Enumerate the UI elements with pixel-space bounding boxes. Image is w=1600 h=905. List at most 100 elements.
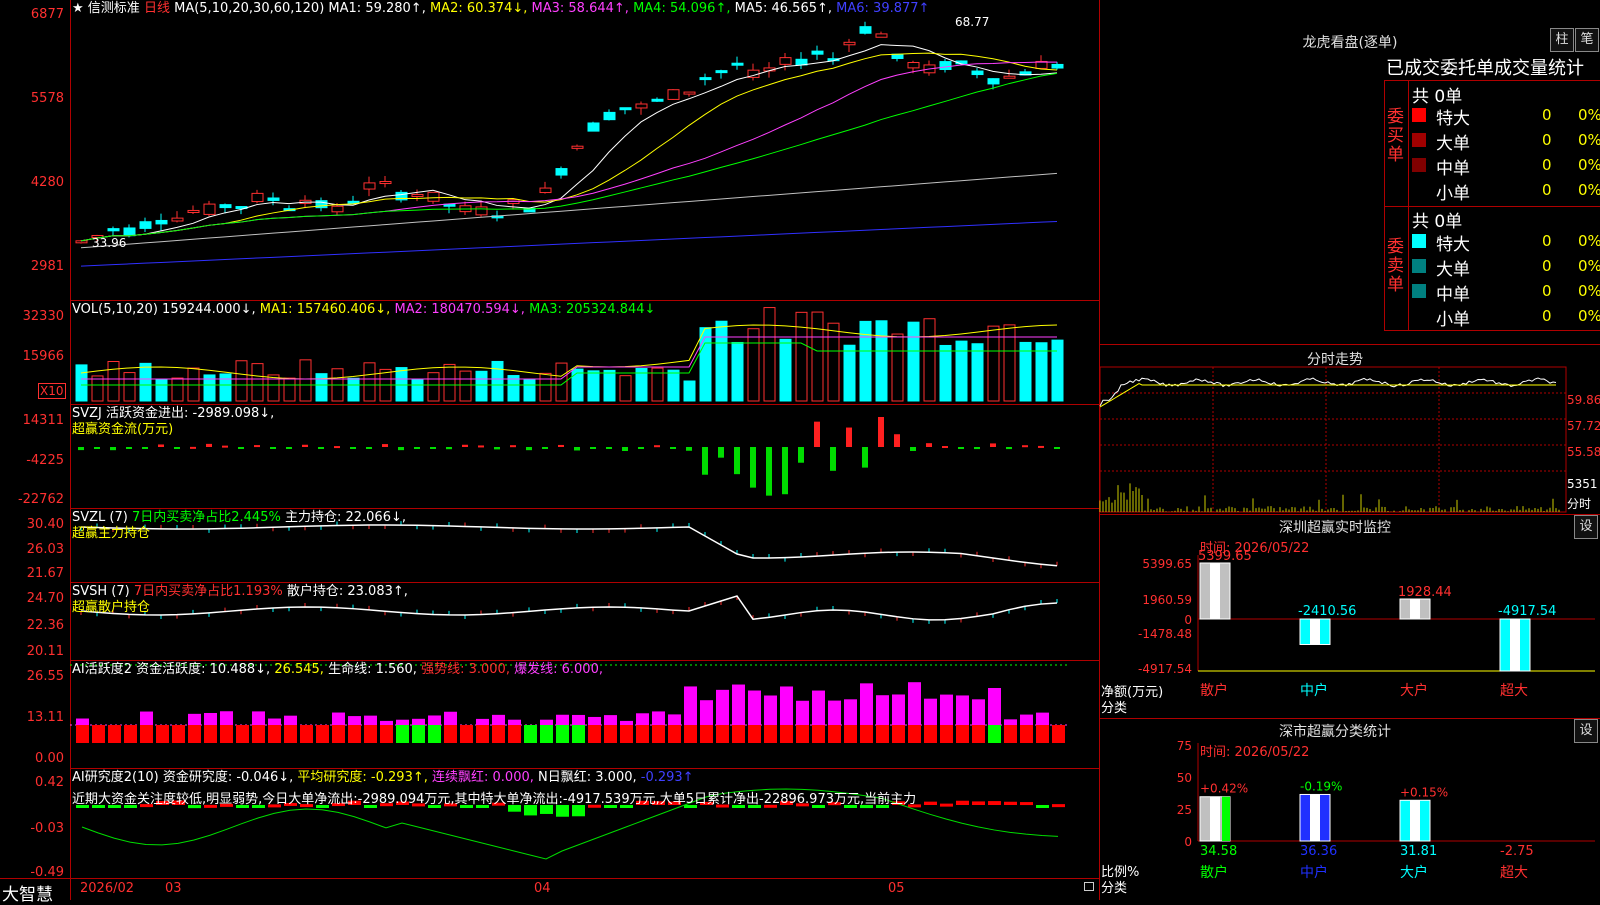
candle-body: [475, 206, 488, 216]
flow-bar: [446, 447, 452, 450]
life-bar: [316, 725, 329, 743]
candle-body: [667, 89, 680, 100]
ratio-bar-highlight: [1410, 800, 1420, 841]
lhb-row-count: 0: [1542, 156, 1552, 174]
life-bar: [172, 725, 185, 743]
life-bar: [252, 725, 265, 743]
activity-bar: [940, 694, 953, 725]
activity-bar: [1004, 719, 1017, 725]
lhb-row-name: 大单: [1436, 134, 1470, 154]
flow-bar: [222, 445, 228, 448]
svzj-tick: -4225: [26, 453, 64, 468]
ma1-line: [80, 44, 1058, 242]
ai2-d: N日飘红: 3.000,: [538, 770, 637, 785]
category-label: 超大: [1500, 683, 1528, 699]
star-icon: ★: [72, 1, 84, 16]
intraday-vol-tick: 5351: [1567, 477, 1598, 491]
candle-body: [203, 203, 216, 215]
life-bar: [588, 725, 601, 743]
flow-bar: [830, 447, 836, 471]
candle-body: [571, 145, 584, 149]
activity-bar: [892, 694, 905, 725]
ma5-value: MA5: 46.565↑,: [734, 1, 833, 16]
ai2-tick: 0.42: [35, 775, 64, 790]
flow-bar: [206, 443, 212, 447]
low-label: 33.96: [92, 236, 127, 250]
activity-bar: [428, 715, 441, 725]
flow-bar: [926, 443, 932, 447]
life-bar: [828, 725, 841, 743]
ratio-value-label: 34.58: [1200, 844, 1237, 859]
vol-bar: [923, 318, 936, 402]
flow-bar: [382, 444, 388, 447]
lhb-swatch: [1412, 259, 1426, 273]
sz-monitor-chart: 5399.65 1960.59 0-1478.48 -4917.54 5399.65 散户…: [1138, 549, 1595, 699]
vol-bar: [491, 360, 504, 402]
candle-body: [683, 91, 696, 95]
ratio-bar-highlight: [1310, 794, 1320, 841]
net-bar-highlight: [1210, 563, 1220, 619]
vol-ma1: MA1: 157460.406↓,: [259, 302, 391, 317]
flow-bar: [622, 447, 628, 451]
intraday-panel[interactable]: 分时走势 59.86 57.72 55.58 5351 分时: [1099, 344, 1600, 515]
vol-bar: [779, 338, 792, 402]
date-label: 04: [534, 881, 551, 896]
vol-bar: [363, 362, 376, 402]
main-tick: 5578: [30, 91, 64, 106]
life-bar: [220, 725, 233, 743]
sz-monitor-tick: 5399.65: [1142, 557, 1192, 571]
ma4-line: [80, 72, 1058, 242]
life-bar: [380, 725, 393, 743]
period-label[interactable]: 日线: [144, 1, 170, 16]
lock-icon[interactable]: [1084, 882, 1094, 891]
ai1-a: 资金活跃度: 10.488↓,: [136, 662, 271, 677]
candle-body: [219, 204, 232, 209]
activity-bar: [188, 713, 201, 725]
sz-stats-panel: 深市超赢分类统计 设 时间: 2026/05/22 75 50 25 0 +0.42% 3…: [1100, 718, 1600, 901]
flow-bar: [174, 447, 180, 449]
sz-stats-tick: 50: [1177, 771, 1192, 785]
indicator-title[interactable]: 信测标准: [88, 1, 140, 16]
vol-bar: [235, 360, 248, 402]
price-line: [1099, 377, 1557, 407]
life-bar: [572, 725, 585, 743]
life-bar: [956, 725, 969, 743]
life-bar: [636, 725, 649, 743]
life-bar: [1052, 725, 1065, 743]
flow-bar: [718, 447, 724, 458]
ratio-value-label: -2.75: [1500, 844, 1534, 859]
flow-bar: [462, 444, 468, 447]
life-bar: [972, 725, 985, 743]
life-bar: [1004, 725, 1017, 743]
activity-bar: [508, 719, 521, 725]
life-bar: [892, 725, 905, 743]
activity-bar: [252, 711, 265, 725]
flow-bar: [798, 447, 804, 463]
candle-body: [171, 217, 184, 222]
lhb-row-count: 0: [1542, 106, 1552, 124]
life-bar: [124, 725, 137, 743]
activity-bar: [828, 700, 841, 725]
candle-body: [123, 227, 136, 237]
intraday-vol-label: 分时: [1567, 497, 1592, 511]
ma3-value: MA3: 58.644↑,: [531, 1, 629, 16]
ratio-value-label: 36.36: [1300, 844, 1337, 859]
lhb-tabs[interactable]: 已成交委托单成交量统计: [1386, 54, 1584, 80]
kline-panel[interactable]: [70, 0, 1100, 300]
vol-ma3: MA3: 205324.844↓: [529, 302, 656, 317]
vol-bar: [347, 377, 360, 402]
flow-bar: [670, 447, 676, 449]
tick-view-button[interactable]: 笔: [1575, 28, 1599, 52]
bar-view-button[interactable]: 柱: [1550, 28, 1574, 52]
activity-bar: [732, 684, 745, 725]
flow-bar: [238, 447, 244, 449]
flow-bar: [1038, 445, 1044, 448]
lhb-row: 中单 0 0%: [1412, 154, 1600, 179]
main-tick: 2981: [30, 259, 64, 274]
life-bar: [300, 725, 313, 743]
app-name[interactable]: 大智慧: [2, 880, 53, 905]
vol-bar: [891, 333, 904, 402]
category-label: 中户: [1300, 682, 1328, 699]
activity-bar: [908, 682, 921, 725]
life-bar: [284, 725, 297, 743]
